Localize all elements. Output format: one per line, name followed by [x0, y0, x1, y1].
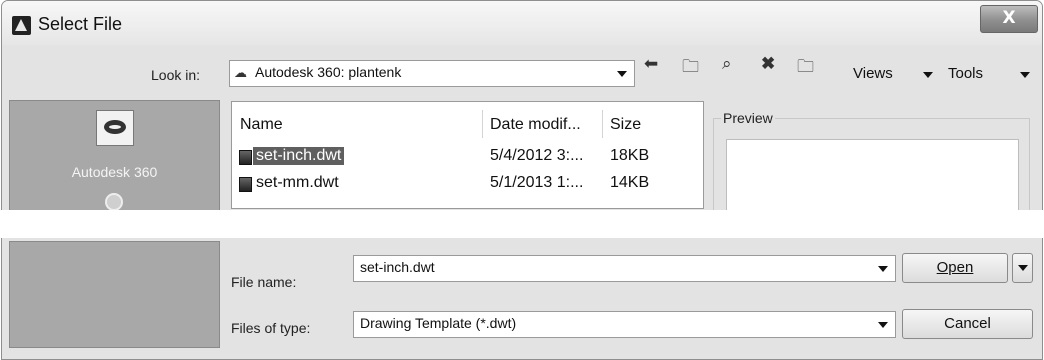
column-divider: [602, 110, 603, 138]
file-name-value: set-inch.dwt: [360, 259, 435, 275]
file-name-label: File name:: [231, 274, 297, 290]
column-header-date[interactable]: Date modif...: [490, 116, 581, 134]
look-in-dropdown[interactable]: ☁ Autodesk 360: plantenk: [229, 60, 635, 87]
file-list[interactable]: Name Date modif... Size set-inch.dwt 5/4…: [231, 101, 704, 209]
dwt-file-icon: [239, 177, 252, 192]
title-bar: Select File X: [2, 1, 1042, 45]
file-size: 14KB: [610, 174, 650, 191]
file-name[interactable]: set-mm.dwt: [256, 174, 339, 192]
table-row[interactable]: set-mm.dwt 5/1/2013 1:... 14KB: [232, 172, 702, 194]
close-button[interactable]: X: [980, 5, 1038, 33]
file-date: 5/4/2012 3:...: [490, 147, 584, 164]
views-menu[interactable]: Views: [853, 65, 893, 82]
file-name[interactable]: set-inch.dwt: [253, 147, 345, 165]
places-bar: Autodesk 360: [9, 100, 220, 211]
cancel-button[interactable]: Cancel: [902, 309, 1033, 339]
column-header-name[interactable]: Name: [240, 116, 283, 134]
cloud-icon: ☁: [234, 65, 247, 80]
chevron-down-icon: [1018, 265, 1028, 271]
file-size: 18KB: [610, 147, 650, 164]
delete-icon[interactable]: ✖: [761, 54, 775, 74]
file-type-label: Files of type:: [231, 320, 311, 336]
tools-menu[interactable]: Tools: [948, 65, 983, 82]
file-name-input[interactable]: set-inch.dwt: [353, 255, 896, 282]
window-title: Select File: [38, 14, 123, 34]
search-web-icon[interactable]: ⌕: [722, 54, 732, 74]
look-in-value: Autodesk 360: plantenk: [255, 64, 402, 80]
table-row[interactable]: set-inch.dwt 5/4/2012 3:... 18KB: [232, 145, 702, 167]
screenshot-gap: [0, 210, 1044, 238]
dwt-file-icon: [239, 150, 252, 165]
chevron-down-icon: [617, 71, 627, 77]
file-type-value: Drawing Template (*.dwt): [360, 315, 517, 331]
tools-chevron-down-icon[interactable]: [1020, 72, 1030, 78]
preview-pane: [726, 139, 1019, 210]
file-type-dropdown[interactable]: Drawing Template (*.dwt): [353, 311, 896, 338]
autodesk-360-icon[interactable]: [96, 110, 134, 146]
column-divider: [482, 110, 483, 138]
places-item-autodesk-360[interactable]: Autodesk 360: [10, 164, 219, 180]
dialog-footer: File name: set-inch.dwt Open Files of ty…: [2, 241, 1042, 359]
look-in-label: Look in:: [151, 67, 201, 83]
views-chevron-down-icon[interactable]: [923, 72, 933, 78]
open-button[interactable]: Open: [902, 253, 1008, 283]
chevron-down-icon[interactable]: [878, 266, 888, 272]
autocad-app-icon: [12, 16, 31, 35]
preview-label: Preview: [721, 110, 775, 126]
open-button-label: Open: [936, 259, 974, 276]
select-file-dialog: Select File X Look in: ☁ Autodesk 360: p…: [1, 0, 1043, 360]
chevron-down-icon[interactable]: [878, 322, 888, 328]
create-folder-icon[interactable]: 🗀: [797, 54, 814, 83]
column-header-size[interactable]: Size: [610, 116, 641, 134]
places-bar-continued: [9, 241, 220, 348]
history-icon[interactable]: [105, 193, 123, 211]
back-icon[interactable]: ⬅: [644, 54, 658, 74]
open-options-button[interactable]: [1012, 253, 1033, 283]
up-folder-icon[interactable]: 🗀: [682, 54, 699, 83]
file-date: 5/1/2013 1:...: [490, 174, 584, 191]
